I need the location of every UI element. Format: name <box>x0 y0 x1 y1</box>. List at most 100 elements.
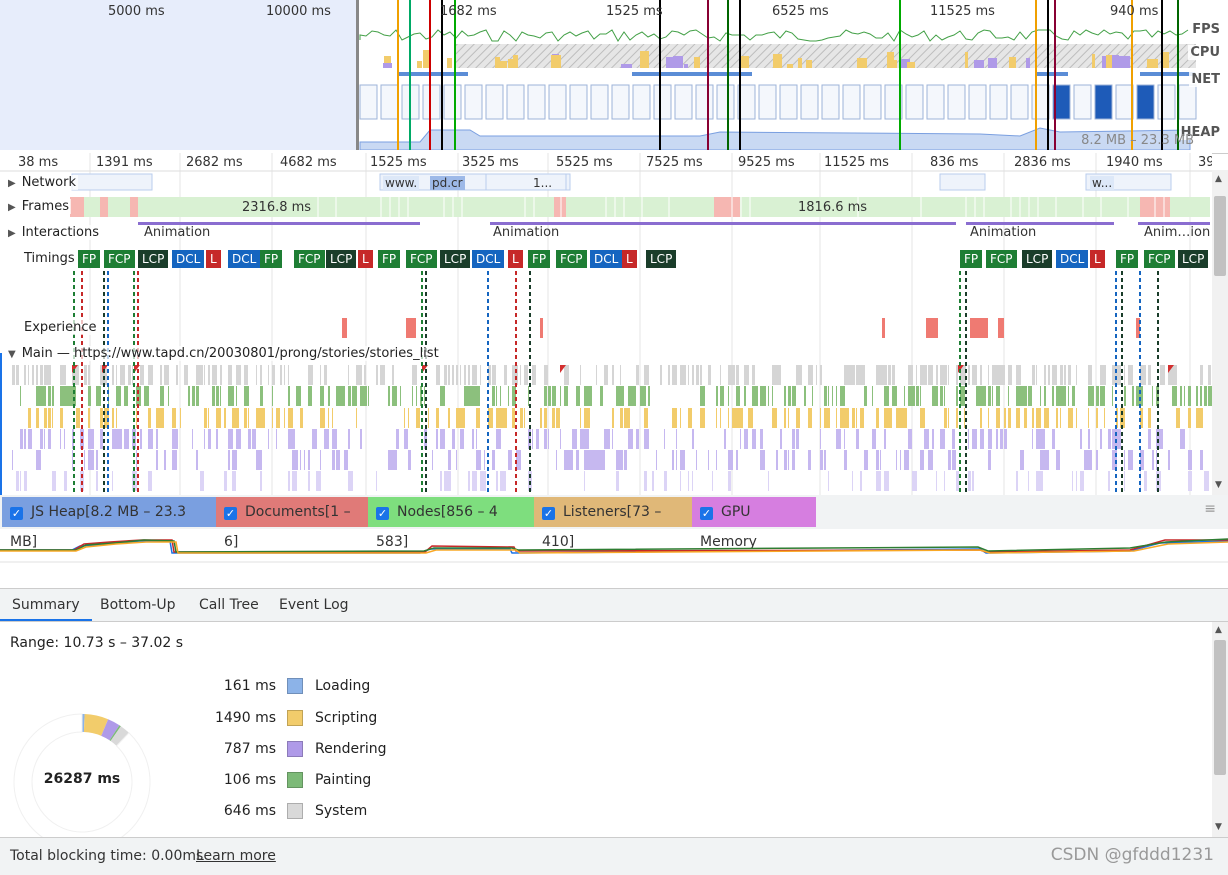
timing-marker-fp[interactable]: FP <box>528 250 551 268</box>
timing-marker-l[interactable]: L <box>358 250 373 268</box>
overview-pane[interactable]: 5000 ms 10000 ms 1682 ms 1525 ms 6525 ms… <box>0 0 1228 154</box>
flame-slice <box>644 429 649 449</box>
flame-slice <box>260 450 262 470</box>
flame-slice <box>1080 429 1082 449</box>
timing-marker-dcl[interactable]: DCL <box>1056 250 1089 268</box>
flame-slice <box>184 365 188 385</box>
timing-marker-fcp[interactable]: FCP <box>1144 250 1175 268</box>
timing-marker-fcp[interactable]: FCP <box>104 250 135 268</box>
flame-slice <box>836 408 837 428</box>
flame-slice <box>968 471 971 491</box>
animation-interaction[interactable]: Anim…ion <box>1144 225 1210 240</box>
timing-marker-lcp[interactable]: LCP <box>646 250 677 268</box>
timing-marker-fcp[interactable]: FCP <box>406 250 437 268</box>
flame-slice <box>144 386 149 406</box>
flame-chart-scrollbar[interactable]: ▲ ▼ <box>1212 170 1228 495</box>
js-heap-toggle[interactable]: ✓ JS Heap[8.2 MB – 23.3 MB] <box>2 497 216 550</box>
frame-duration[interactable]: 2316.8 ms <box>242 200 311 215</box>
cpu-activity-bar <box>773 54 782 68</box>
frame-duration[interactable]: 1816.6 ms <box>798 200 867 215</box>
timing-marker-dcl[interactable]: DCL <box>472 250 505 268</box>
flame-slice <box>1188 450 1192 470</box>
flame-slice <box>120 365 124 385</box>
nodes-toggle[interactable]: ✓ Nodes[856 – 4 583] <box>368 497 534 550</box>
gpu-memory-toggle[interactable]: ✓ GPU Memory <box>692 497 816 550</box>
timing-marker-fp[interactable]: FP <box>78 250 101 268</box>
summary-scrollbar[interactable]: ▲ ▼ <box>1212 622 1228 837</box>
timing-marker-l[interactable]: L <box>508 250 523 268</box>
flame-slice <box>920 408 925 428</box>
scroll-down-icon[interactable]: ▼ <box>1215 480 1222 490</box>
network-request-label[interactable]: pd.cr <box>430 176 465 190</box>
documents-toggle[interactable]: ✓ Documents[1 – 6] <box>216 497 368 550</box>
flame-slice <box>620 450 623 470</box>
timing-marker-fp[interactable]: FP <box>1116 250 1139 268</box>
interactions-track-toggle[interactable]: ▶ Interactions <box>8 225 102 240</box>
timing-marker-fcp[interactable]: FCP <box>556 250 587 268</box>
timing-marker-l[interactable]: L <box>1090 250 1105 268</box>
timing-marker-lcp[interactable]: LCP <box>440 250 471 268</box>
painting-label: Painting <box>315 772 372 788</box>
flame-slice <box>864 386 867 406</box>
tab-call-tree[interactable]: Call Tree <box>187 589 271 621</box>
animation-interaction[interactable]: Animation <box>493 225 559 240</box>
timing-marker-dcl[interactable]: DCL <box>172 250 205 268</box>
tab-event-log[interactable]: Event Log <box>267 589 361 621</box>
flame-slice <box>1188 471 1192 491</box>
timing-marker-lcp[interactable]: LCP <box>1178 250 1209 268</box>
network-track-toggle[interactable]: ▶ Network <box>8 175 78 190</box>
flame-slice <box>456 408 460 428</box>
flame-chart[interactable]: 38 ms 1391 ms 2682 ms 4682 ms 1525 ms 35… <box>0 153 1212 495</box>
flame-slice <box>404 429 408 449</box>
timing-marker-lcp[interactable]: LCP <box>1022 250 1053 268</box>
flame-slice <box>464 408 465 428</box>
timing-marker-lcp[interactable]: LCP <box>326 250 357 268</box>
listeners-toggle[interactable]: ✓ Listeners[73 – 410] <box>534 497 692 550</box>
timing-marker-l[interactable]: L <box>622 250 637 268</box>
checkbox-checked-icon[interactable]: ✓ <box>10 507 23 520</box>
network-request-label[interactable]: w... <box>1090 176 1115 190</box>
flame-slice <box>268 429 269 449</box>
timing-marker-fcp[interactable]: FCP <box>294 250 325 268</box>
flame-slice <box>156 408 160 428</box>
flame-slice <box>584 386 588 406</box>
flame-slice <box>788 408 789 428</box>
timing-marker-fcp[interactable]: FCP <box>986 250 1017 268</box>
flame-slice <box>244 365 248 385</box>
scroll-up-icon[interactable]: ▲ <box>1215 174 1222 184</box>
scripting-swatch <box>287 710 303 726</box>
tab-summary[interactable]: Summary <box>0 589 92 621</box>
network-request-label[interactable]: 1... <box>533 176 552 190</box>
scrollbar-thumb[interactable] <box>1214 196 1226 276</box>
main-track-toggle[interactable]: ▼ Main — https://www.tapd.cn/20030801/pro… <box>8 346 441 361</box>
timing-marker-fp[interactable]: FP <box>960 250 983 268</box>
timing-marker-fp[interactable]: FP <box>378 250 401 268</box>
flame-slice <box>160 408 164 428</box>
flame-slice <box>884 386 889 406</box>
flame-slice <box>1004 408 1006 428</box>
flame-slice <box>644 386 646 406</box>
animation-interaction[interactable]: Animation <box>144 225 210 240</box>
checkbox-checked-icon[interactable]: ✓ <box>700 507 713 520</box>
network-request-label[interactable]: www. <box>383 176 420 190</box>
frames-track-toggle[interactable]: ▶ Frames <box>8 199 71 214</box>
flame-slice <box>28 365 29 385</box>
learn-more-link[interactable]: Learn more <box>196 848 276 864</box>
scrollbar-thumb[interactable] <box>1214 640 1226 775</box>
timing-marker-dcl[interactable]: DCL <box>590 250 623 268</box>
timing-marker-dcl[interactable]: DCL <box>228 250 261 268</box>
timing-marker-l[interactable]: L <box>206 250 221 268</box>
checkbox-checked-icon[interactable]: ✓ <box>224 507 237 520</box>
checkbox-checked-icon[interactable]: ✓ <box>542 507 555 520</box>
flame-slice <box>520 408 523 428</box>
checkbox-checked-icon[interactable]: ✓ <box>376 507 389 520</box>
animation-interaction[interactable]: Animation <box>970 225 1036 240</box>
timing-marker-lcp[interactable]: LCP <box>138 250 169 268</box>
tab-bottom-up[interactable]: Bottom-Up <box>88 589 188 621</box>
overview-unselected-region[interactable] <box>0 0 359 150</box>
scroll-down-icon[interactable]: ▼ <box>1215 822 1222 832</box>
scroll-up-icon[interactable]: ▲ <box>1215 625 1222 635</box>
timing-marker-fp[interactable]: FP <box>260 250 283 268</box>
flame-slice <box>232 429 233 449</box>
drag-handle-icon[interactable]: ≡ <box>1204 501 1216 517</box>
